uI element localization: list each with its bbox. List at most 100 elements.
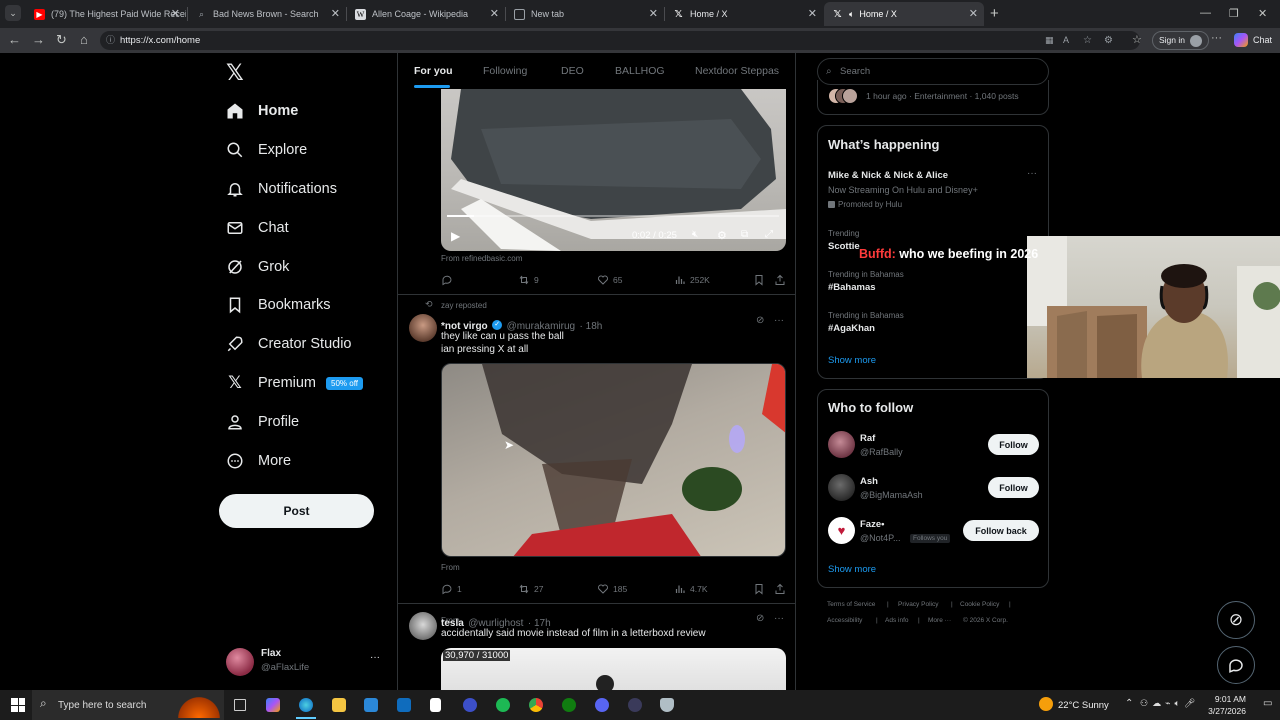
file-explorer-icon[interactable]	[332, 698, 346, 712]
sign-in-button[interactable]: Sign in	[1152, 31, 1210, 50]
close-icon[interactable]: ✕	[331, 7, 340, 20]
trend-name[interactable]: Scottie	[828, 241, 860, 252]
browser-tab-2[interactable]: ⌕ Bad News Brown - Search ✕	[188, 2, 346, 26]
reposted-by[interactable]: zay reposted	[441, 301, 487, 310]
browser-tab-1[interactable]: ▶ (79) The Highest Paid Wide Recei ✕	[26, 2, 186, 26]
trend-name[interactable]: #Bahamas	[828, 282, 876, 293]
views-button[interactable]: 252K	[674, 274, 710, 286]
follow-name[interactable]: Faze•	[860, 519, 884, 530]
document-icon[interactable]	[430, 698, 441, 712]
discord-icon[interactable]	[595, 698, 609, 712]
nav-notifications[interactable]: Notifications	[226, 174, 337, 204]
nav-grok[interactable]: Grok	[226, 252, 289, 282]
avatar[interactable]: ♥	[828, 517, 855, 544]
tweet-time[interactable]: · 18h	[580, 321, 603, 332]
nav-creator-studio[interactable]: Creator Studio	[226, 329, 352, 359]
tab-deo[interactable]: DEO	[561, 65, 584, 77]
avatar[interactable]	[828, 431, 855, 458]
edge-icon[interactable]	[299, 698, 313, 712]
more-icon[interactable]: ···	[774, 315, 784, 326]
extensions-icon[interactable]: ⚙	[1104, 31, 1113, 50]
repost-button[interactable]: 27	[518, 583, 543, 595]
browser-tab-3[interactable]: W Allen Coage - Wikipedia ✕	[347, 2, 505, 26]
show-more-link[interactable]: Show more	[828, 355, 876, 366]
browser-tab-6-active[interactable]: 𝕏 🔈︎ Home / X ✕	[824, 2, 984, 26]
task-view-icon[interactable]	[234, 699, 246, 711]
app-icon[interactable]	[463, 698, 477, 712]
forward-button[interactable]: →	[32, 32, 45, 47]
copilot-icon[interactable]	[1234, 33, 1248, 47]
taskbar-search-input[interactable]: ⌕ Type here to search	[32, 690, 224, 720]
browser-tab-4[interactable]: New tab ✕	[506, 2, 664, 26]
new-tab-button[interactable]: +	[990, 5, 999, 22]
x-logo-icon[interactable]: 𝕏	[226, 60, 244, 86]
play-icon[interactable]: ▶	[451, 229, 460, 243]
browser-tab-5[interactable]: 𝕏 Home / X ✕	[665, 2, 823, 26]
back-button[interactable]: ←	[8, 32, 21, 47]
video-source[interactable]: From refinedbasic.com	[441, 254, 522, 263]
read-aloud-icon[interactable]: A	[1063, 31, 1069, 50]
close-icon[interactable]: ✕	[808, 7, 817, 20]
close-icon[interactable]: ✕	[171, 7, 180, 20]
more-icon[interactable]: ···	[1027, 168, 1037, 179]
shield-icon[interactable]	[660, 698, 674, 712]
chevron-up-icon[interactable]: ⌃	[1125, 698, 1133, 709]
tab-ballhog[interactable]: BALLHOG	[615, 65, 665, 77]
repost-button[interactable]: 9	[518, 274, 539, 286]
xbox-icon[interactable]	[562, 698, 576, 712]
footer-link[interactable]: More ···	[928, 617, 951, 624]
window-close-button[interactable]: ✕	[1258, 7, 1267, 20]
media-source-2[interactable]: From	[441, 563, 460, 572]
avatar[interactable]	[409, 612, 437, 640]
mute-icon[interactable]: 🔇︎	[692, 229, 698, 240]
settings-icon[interactable]: ⚙	[717, 229, 727, 242]
footer-link[interactable]: Privacy Policy	[898, 601, 938, 608]
share-button[interactable]	[774, 583, 790, 595]
mail-icon[interactable]	[397, 698, 411, 712]
store-icon[interactable]	[364, 698, 378, 712]
share-button[interactable]	[774, 274, 790, 286]
nav-home[interactable]: Home	[226, 96, 298, 126]
footer-link[interactable]: Terms of Service	[827, 601, 875, 608]
footer-link[interactable]: Ads info	[885, 617, 909, 624]
post-button[interactable]: Post	[219, 494, 374, 528]
trend-name[interactable]: #AgaKhan	[828, 323, 875, 334]
grok-floating-button[interactable]: ⊘	[1217, 601, 1255, 639]
restore-button[interactable]: ❐	[1229, 7, 1239, 20]
bookmark-button[interactable]	[753, 583, 769, 595]
tweet-media[interactable]: 30,970 / 31000	[441, 648, 786, 690]
spotify-icon[interactable]	[496, 698, 510, 712]
tab-following[interactable]: Following	[483, 65, 527, 77]
like-button[interactable]: 65	[597, 274, 622, 286]
avatar[interactable]	[828, 474, 855, 501]
footer-link[interactable]: Cookie Policy	[960, 601, 999, 608]
footer-link[interactable]: Accessibility	[827, 617, 862, 624]
copilot-chat-label[interactable]: Chat	[1253, 35, 1272, 45]
bookmark-button[interactable]	[753, 274, 769, 286]
messages-floating-button[interactable]	[1217, 646, 1255, 684]
tweet[interactable]: ⟲ zay reposted *not virgo ✓ @murakamirug…	[398, 295, 795, 625]
nav-more[interactable]: More	[226, 446, 291, 476]
nav-premium[interactable]: 𝕏 Premium 50% off	[226, 368, 363, 398]
tray-icons[interactable]: ⚇☁⌁🔈︎🎤︎	[1140, 698, 1199, 709]
views-button[interactable]: 4.7K	[674, 583, 708, 595]
tab-nextdoor-steppas[interactable]: Nextdoor Steppas	[695, 65, 779, 77]
clock[interactable]: 9:01 AM 3/27/2026	[1200, 693, 1246, 717]
video-player[interactable]: ▶ 0:02 / 0:25 🔇︎ ⚙ ⧉ ⤢	[441, 89, 786, 251]
tweet-media[interactable]: ➤	[441, 363, 786, 557]
nav-bookmarks[interactable]: Bookmarks	[226, 290, 331, 320]
account-switcher[interactable]: Flax @aFlaxLife ···	[226, 646, 384, 678]
fullscreen-icon[interactable]: ⤢	[765, 229, 773, 240]
more-icon[interactable]: ···	[370, 652, 380, 663]
nav-profile[interactable]: Profile	[226, 407, 299, 437]
favorite-icon[interactable]: ☆	[1083, 31, 1092, 50]
grok-icon[interactable]: ⊘	[756, 315, 764, 326]
show-more-link[interactable]: Show more	[828, 564, 876, 575]
close-icon[interactable]: ✕	[490, 7, 499, 20]
more-icon[interactable]: ···	[774, 613, 784, 624]
copilot-icon[interactable]	[266, 698, 280, 712]
home-button[interactable]: ⌂	[80, 32, 88, 47]
top-story-card[interactable]: 1 hour ago · Entertainment · 1,040 posts	[817, 80, 1049, 115]
pip-icon[interactable]: ⧉	[741, 229, 748, 240]
chrome-icon[interactable]	[529, 698, 543, 712]
